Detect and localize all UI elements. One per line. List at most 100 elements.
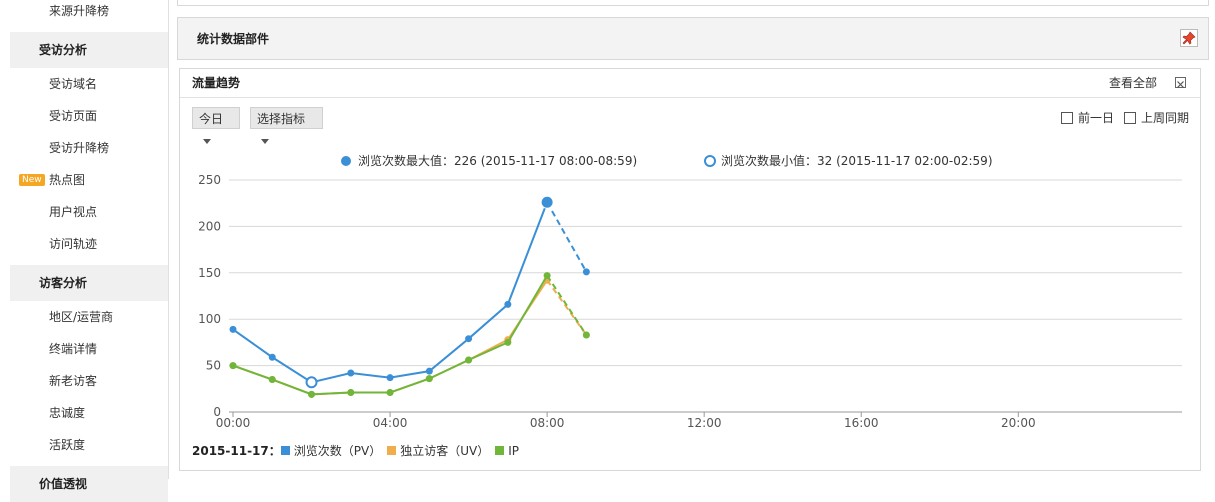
view-all-link[interactable]: 查看全部 xyxy=(1109,69,1157,97)
traffic-trend-panel: 流量趋势 查看全部 今日 选择指标 前一日 上周同期 0 50 100 150 200 2… xyxy=(179,68,1201,471)
sidebar-item-label: 受访页面 xyxy=(49,109,98,123)
chevron-down-icon xyxy=(261,139,269,144)
sidebar-section-14[interactable]: 价值透视 xyxy=(10,466,168,502)
sidebar-item-10[interactable]: 终端详情 xyxy=(10,333,168,365)
sidebar-item-2[interactable]: 受访域名 xyxy=(10,68,168,100)
legend-ip[interactable]: IP xyxy=(508,444,519,458)
sidebar-item-label: 新老访客 xyxy=(49,374,98,388)
traffic-panel-title: 流量趋势 xyxy=(192,76,241,90)
prev-day-label: 前一日 xyxy=(1078,111,1115,125)
series-line-dashed xyxy=(546,201,588,273)
sidebar: 来源升降榜受访分析受访域名受访页面受访升降榜热点图 New 用户视点访问轨迹访客分析… xyxy=(10,0,169,502)
series-point xyxy=(229,362,237,370)
sidebar-item-4[interactable]: 受访升降榜 xyxy=(10,132,168,164)
sidebar-item-9[interactable]: 地区/运营商 xyxy=(10,301,168,333)
metric-dropdown[interactable]: 选择指标 xyxy=(250,107,323,144)
x-tick-label: 08:00 xyxy=(530,416,565,430)
sidebar-item-label: 用户视点 xyxy=(49,205,98,219)
y-tick-label: 100 xyxy=(198,312,221,326)
last-week-checkbox[interactable]: 上周同期 xyxy=(1124,110,1189,126)
series-point xyxy=(504,338,512,346)
sidebar-item-label: 来源升降榜 xyxy=(49,4,110,18)
sidebar-item-label: 价值透视 xyxy=(39,477,88,491)
legend-pv[interactable]: 浏览次数（PV） xyxy=(294,444,381,458)
legend-pv-swatch xyxy=(280,446,290,455)
series-point xyxy=(582,331,590,339)
sidebar-item-label: 受访域名 xyxy=(49,77,98,91)
sidebar-item-label: 忠诚度 xyxy=(49,406,86,420)
series-point xyxy=(386,389,394,397)
sidebar-item-label: 活跃度 xyxy=(49,438,86,452)
series-point xyxy=(268,376,276,384)
series-point-max xyxy=(540,195,554,209)
pin-icon[interactable] xyxy=(1180,29,1198,47)
sidebar-section-1[interactable]: 受访分析 xyxy=(10,32,168,68)
day-dropdown-label: 今日 xyxy=(199,112,224,126)
chart-grid: 05010015020025000:00 04:00 08:00 12:00 16:00… xyxy=(198,173,1182,430)
series-point xyxy=(504,300,512,308)
traffic-chart: 05010015020025000:00 04:00 08:00 12:00 16:00… xyxy=(198,153,1182,430)
series-point xyxy=(386,374,394,382)
y-tick-label: 50 xyxy=(206,359,221,373)
x-tick-label: 00:00 xyxy=(216,416,251,430)
x-tick-label: 12:00 xyxy=(687,416,722,430)
last-week-label: 上周同期 xyxy=(1141,111,1190,125)
series-point xyxy=(229,325,237,333)
sidebar-item-6[interactable]: 用户视点 xyxy=(10,196,168,228)
sidebar-item-label: 访问轨迹 xyxy=(49,237,98,251)
series-point xyxy=(347,389,355,397)
series-point xyxy=(347,369,355,377)
chart-legend: 2015-11-17： 浏览次数（PV） 独立访客（UV） IP xyxy=(192,443,519,459)
sidebar-item-7[interactable]: 访问轨迹 xyxy=(10,228,168,260)
sidebar-item-13[interactable]: 活跃度 xyxy=(10,429,168,461)
sidebar-section-8[interactable]: 访客分析 xyxy=(10,265,168,301)
max-annotation: 浏览次数最大值：226 (2015-11-17 08:00-08:59) xyxy=(358,153,637,168)
x-tick-label: 16:00 xyxy=(844,416,879,430)
series-point xyxy=(425,375,433,383)
legend-ip-swatch xyxy=(495,446,505,455)
sidebar-item-label: 受访分析 xyxy=(39,43,88,57)
sidebar-item-0[interactable]: 来源升降榜 xyxy=(10,0,168,27)
series-line-dashed xyxy=(546,275,588,336)
min-annotation: 浏览次数最小值：32 (2015-11-17 02:00-02:59) xyxy=(721,153,993,168)
sidebar-item-5[interactable]: 热点图 New xyxy=(10,164,168,196)
top-panel-edge xyxy=(177,0,1209,6)
series-point xyxy=(543,272,551,280)
y-tick-label: 250 xyxy=(198,173,221,187)
widgets-panel: 统计数据部件 xyxy=(177,17,1209,60)
series-point xyxy=(582,268,590,276)
sidebar-item-label: 地区/运营商 xyxy=(49,310,114,324)
y-tick-label: 150 xyxy=(198,266,221,280)
series-point xyxy=(465,356,473,364)
prev-day-checkbox[interactable]: 前一日 xyxy=(1061,110,1114,126)
sidebar-item-label: 终端详情 xyxy=(49,342,98,356)
series-point xyxy=(425,367,433,375)
sidebar-item-11[interactable]: 新老访客 xyxy=(10,365,168,397)
metric-dropdown-label: 选择指标 xyxy=(257,112,306,126)
y-tick-label: 200 xyxy=(198,219,221,233)
close-icon[interactable] xyxy=(1175,77,1186,88)
sidebar-item-12[interactable]: 忠诚度 xyxy=(10,397,168,429)
sidebar-item-label: 访客分析 xyxy=(39,276,88,290)
legend-uv[interactable]: 独立访客（UV） xyxy=(400,444,489,458)
series-line xyxy=(232,201,549,384)
x-tick-label: 20:00 xyxy=(1001,416,1036,430)
series-point xyxy=(465,335,473,343)
chart-annotations: 浏览次数最大值：226 (2015-11-17 08:00-08:59) 浏览次… xyxy=(341,153,993,168)
series-point xyxy=(308,390,316,398)
day-dropdown[interactable]: 今日 xyxy=(192,107,240,144)
sidebar-item-3[interactable]: 受访页面 xyxy=(10,100,168,132)
checkbox-icon xyxy=(1061,112,1073,124)
sidebar-item-label: 受访升降榜 xyxy=(49,141,110,155)
legend-uv-swatch xyxy=(387,446,397,455)
min-marker-icon xyxy=(704,155,716,167)
max-marker-icon xyxy=(341,156,351,166)
legend-date: 2015-11-17： xyxy=(192,444,281,458)
series-point xyxy=(268,353,276,361)
series-point-min xyxy=(305,376,318,389)
widgets-panel-title: 统计数据部件 xyxy=(197,32,270,46)
x-tick-label: 04:00 xyxy=(373,416,408,430)
new-badge: New xyxy=(19,174,45,186)
checkbox-icon xyxy=(1124,112,1136,124)
sidebar-item-label: 热点图 xyxy=(49,173,86,187)
